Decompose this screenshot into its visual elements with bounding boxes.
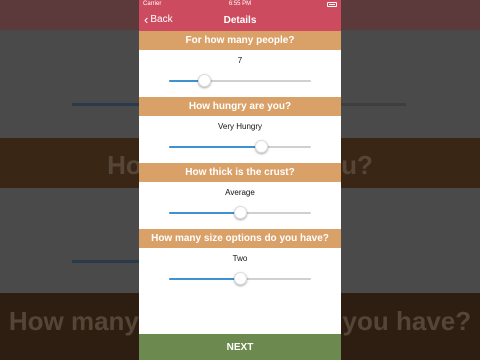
back-button[interactable]: ‹ Back xyxy=(144,13,173,26)
question-header: How many size options do you have? xyxy=(139,229,341,248)
question-header: How thick is the crust? xyxy=(139,163,341,182)
question-body: 7 xyxy=(139,50,341,97)
background-slider xyxy=(340,103,406,106)
slider-thumb[interactable] xyxy=(233,272,247,285)
chevron-left-icon: ‹ xyxy=(144,12,149,27)
phone-screen: Carrier 6:55 PM ‹ Back Details For how m… xyxy=(139,0,341,360)
page-title: Details xyxy=(223,15,257,26)
status-bar: Carrier 6:55 PM xyxy=(139,0,341,10)
status-time: 6:55 PM xyxy=(228,1,252,7)
question-body: Two xyxy=(139,248,341,295)
back-label: Back xyxy=(150,14,173,25)
slider-thumb[interactable] xyxy=(254,140,268,153)
question-header: For how many people? xyxy=(139,31,341,50)
question-list: For how many people? 7 How hungry are you?… xyxy=(139,31,341,295)
slider-fill xyxy=(169,146,262,148)
slider-value: Two xyxy=(232,254,248,263)
slider-value: Average xyxy=(225,188,255,197)
question-body: Very Hungry xyxy=(139,116,341,163)
navigation-bar: ‹ Back Details xyxy=(139,10,341,31)
slider-thumb[interactable] xyxy=(233,206,247,219)
slider[interactable] xyxy=(169,206,311,219)
slider[interactable] xyxy=(169,140,311,153)
slider-value: Very Hungry xyxy=(217,122,263,131)
battery-icon xyxy=(327,2,337,7)
slider-fill xyxy=(169,278,240,280)
question-body: Average xyxy=(139,182,341,229)
slider-value: 7 xyxy=(237,56,243,65)
slider[interactable] xyxy=(169,272,311,285)
next-button[interactable]: NEXT xyxy=(139,334,341,360)
slider-thumb[interactable] xyxy=(198,74,211,87)
slider-fill xyxy=(169,212,240,214)
slider[interactable] xyxy=(169,74,311,87)
question-header: How hungry are you? xyxy=(139,97,341,116)
